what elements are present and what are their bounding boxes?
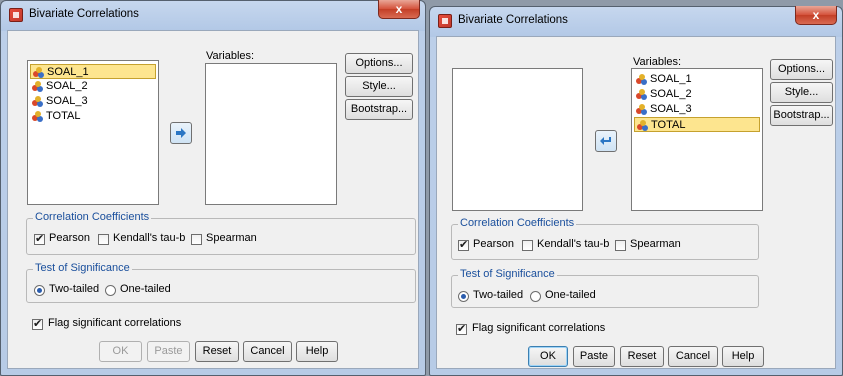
close-button[interactable]: x (795, 6, 837, 25)
list-item-soal-3[interactable]: SOAL_3 (634, 102, 760, 117)
arrow-right-icon (176, 128, 186, 138)
pearson-label[interactable]: Pearson (473, 238, 514, 250)
target-variable-list[interactable]: SOAL_1 SOAL_2 SOAL_3 TOTAL (631, 68, 763, 211)
list-item-total[interactable]: TOTAL (30, 109, 156, 124)
source-variable-list[interactable] (452, 68, 583, 211)
spearman-label[interactable]: Spearman (630, 238, 681, 250)
spearman-checkbox[interactable] (615, 240, 626, 251)
spss-app-icon (438, 14, 452, 28)
list-item-soal-1[interactable]: SOAL_1 (30, 64, 156, 79)
group-title: Test of Significance (33, 262, 132, 274)
spearman-label[interactable]: Spearman (206, 232, 257, 244)
test-of-significance-group: Test of Significance Two-tailed One-tail… (26, 262, 416, 303)
flag-significant-checkbox[interactable] (32, 317, 43, 330)
help-button[interactable]: Help (722, 346, 764, 367)
source-variable-list[interactable]: SOAL_1 SOAL_2 SOAL_3 TOTAL (27, 60, 159, 205)
list-item-soal-1[interactable]: SOAL_1 (634, 72, 760, 87)
flag-significant-label[interactable]: Flag significant correlations (472, 322, 605, 334)
list-item-soal-2[interactable]: SOAL_2 (30, 79, 156, 94)
close-button[interactable]: x (378, 0, 420, 19)
bootstrap-button[interactable]: Bootstrap... (345, 99, 413, 120)
ok-button[interactable]: OK (528, 346, 568, 367)
group-title: Correlation Coefficients (458, 217, 577, 229)
variables-label: Variables: (206, 50, 255, 62)
group-title: Test of Significance (458, 268, 557, 280)
flag-significant-label[interactable]: Flag significant correlations (48, 317, 181, 329)
kendall-checkbox[interactable] (522, 240, 533, 251)
title-bar[interactable]: Bivariate Correlations x (429, 6, 843, 36)
pearson-checkbox[interactable] (34, 232, 45, 245)
kendall-label[interactable]: Kendall's tau-b (113, 232, 185, 244)
reset-button[interactable]: Reset (195, 341, 239, 362)
variables-label: Variables: (633, 56, 682, 68)
two-tailed-label[interactable]: Two-tailed (49, 283, 99, 295)
one-tailed-label[interactable]: One-tailed (545, 289, 596, 301)
dialog-body: SOAL_1 SOAL_2 SOAL_3 TOTAL Variables: Op… (7, 30, 419, 369)
scale-variable-icon (32, 111, 44, 122)
two-tailed-label[interactable]: Two-tailed (473, 289, 523, 301)
test-of-significance-group: Test of Significance Two-tailed One-tail… (451, 268, 759, 308)
bootstrap-button[interactable]: Bootstrap... (770, 105, 833, 126)
correlation-coefficients-group: Correlation Coefficients Pearson Kendall… (26, 211, 416, 255)
style-button[interactable]: Style... (770, 82, 833, 103)
arrow-left-icon (600, 137, 611, 145)
scale-variable-icon (32, 96, 44, 107)
dialog-after: Bivariate Correlations x Variables: SOAL… (429, 6, 843, 376)
two-tailed-radio[interactable] (458, 291, 469, 302)
dialog-title: Bivariate Correlations (458, 14, 568, 26)
spearman-checkbox[interactable] (191, 234, 202, 245)
options-button[interactable]: Options... (770, 59, 833, 80)
move-left-button[interactable] (595, 130, 617, 152)
cancel-button[interactable]: Cancel (668, 346, 718, 367)
flag-significant-checkbox[interactable] (456, 322, 467, 335)
scale-variable-icon (32, 81, 44, 92)
list-item-soal-2[interactable]: SOAL_2 (634, 87, 760, 102)
two-tailed-radio[interactable] (34, 285, 45, 296)
correlation-coefficients-group: Correlation Coefficients Pearson Kendall… (451, 217, 759, 260)
scale-variable-icon (33, 67, 45, 78)
paste-button[interactable]: Paste (573, 346, 615, 367)
ok-button[interactable]: OK (99, 341, 142, 362)
scale-variable-icon (636, 74, 648, 85)
paste-button[interactable]: Paste (147, 341, 190, 362)
kendall-checkbox[interactable] (98, 234, 109, 245)
one-tailed-label[interactable]: One-tailed (120, 283, 171, 295)
list-item-soal-3[interactable]: SOAL_3 (30, 94, 156, 109)
list-item-total[interactable]: TOTAL (634, 117, 760, 132)
dialog-before: Bivariate Correlations x SOAL_1 SOAL_2 S… (0, 0, 426, 376)
style-button[interactable]: Style... (345, 76, 413, 97)
title-bar[interactable]: Bivariate Correlations x (0, 0, 426, 30)
one-tailed-radio[interactable] (105, 285, 116, 296)
dialog-body: Variables: SOAL_1 SOAL_2 SOAL_3 TOTAL Op… (436, 36, 836, 369)
reset-button[interactable]: Reset (620, 346, 664, 367)
pearson-label[interactable]: Pearson (49, 232, 90, 244)
target-variable-list[interactable] (205, 63, 337, 205)
kendall-label[interactable]: Kendall's tau-b (537, 238, 609, 250)
options-button[interactable]: Options... (345, 53, 413, 74)
help-button[interactable]: Help (296, 341, 338, 362)
dialog-title: Bivariate Correlations (29, 8, 139, 20)
scale-variable-icon (637, 120, 649, 131)
scale-variable-icon (636, 89, 648, 100)
spss-app-icon (9, 8, 23, 22)
one-tailed-radio[interactable] (530, 291, 541, 302)
pearson-checkbox[interactable] (458, 238, 469, 251)
scale-variable-icon (636, 104, 648, 115)
cancel-button[interactable]: Cancel (243, 341, 292, 362)
group-title: Correlation Coefficients (33, 211, 152, 223)
move-right-button[interactable] (170, 122, 192, 144)
